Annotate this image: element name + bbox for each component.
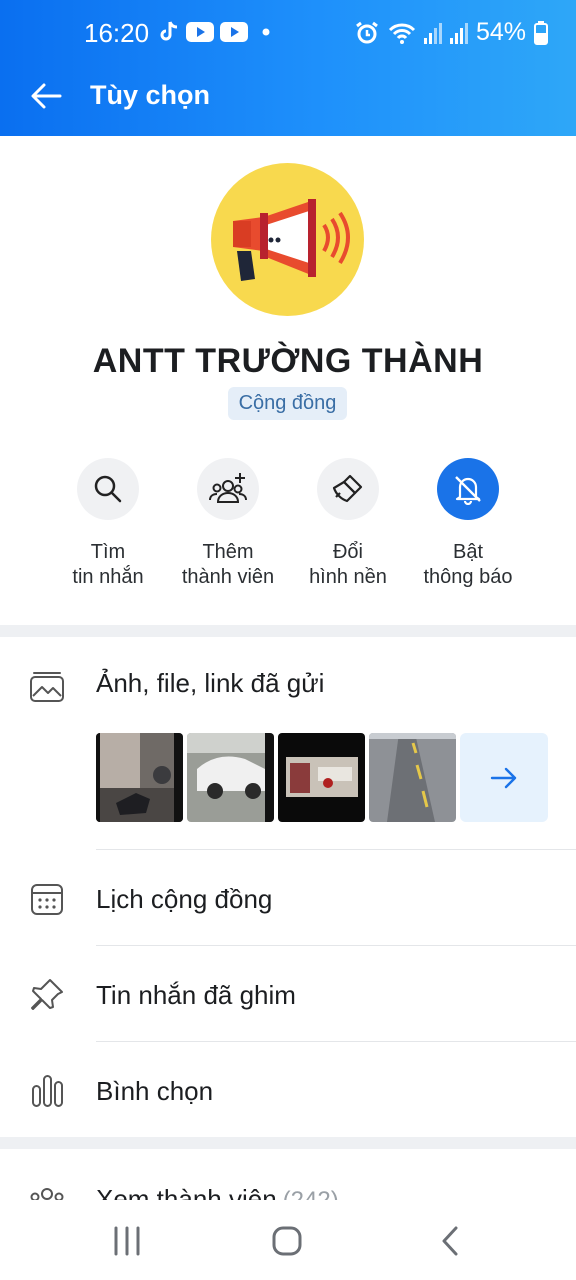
arrow-right-icon	[490, 767, 517, 788]
group-avatar[interactable]	[211, 163, 364, 316]
home-icon	[272, 1226, 302, 1256]
photo-thumbnail-icon	[369, 733, 456, 822]
pin-icon	[31, 979, 63, 1010]
megaphone-icon	[233, 199, 350, 281]
wifi-icon	[388, 23, 416, 44]
add-members-label: Thêm thành viên	[181, 541, 275, 588]
back-icon	[442, 1226, 458, 1256]
media-thumbnail[interactable]	[369, 733, 456, 822]
home-button[interactable]	[267, 1224, 307, 1258]
youtube-icon	[186, 22, 214, 42]
gallery-icon	[30, 672, 64, 702]
search-action-circle	[77, 458, 139, 520]
add-members-button[interactable]: Thêm thành viên	[163, 458, 293, 590]
back-button[interactable]	[24, 74, 68, 118]
top-bar: 16:20 54% Tùy chọn	[0, 0, 576, 136]
status-system-icons: 54%	[354, 18, 548, 47]
media-thumbnails	[96, 733, 548, 822]
enable-notifications-label: Bật thông báo	[423, 541, 513, 588]
add-members-icon	[209, 473, 247, 503]
calendar-icon	[31, 884, 63, 915]
community-calendar-label: Lịch cộng đồng	[96, 884, 273, 914]
signal-icon	[449, 22, 468, 44]
system-back-button[interactable]	[430, 1224, 470, 1258]
media-thumbnail[interactable]	[187, 733, 274, 822]
community-badge: Cộng đồng	[228, 387, 347, 420]
enable-notifications-button[interactable]: Bật thông báo	[403, 458, 533, 590]
search-messages-label: Tìm tin nhắn	[72, 541, 144, 588]
search-messages-button[interactable]: Tìm tin nhắn	[43, 458, 173, 590]
status-time: 16:20	[84, 18, 150, 48]
arrow-left-icon	[31, 83, 62, 109]
media-thumbnail[interactable]	[96, 733, 183, 822]
pinned-messages-row[interactable]: Tin nhắn đã ghim	[0, 946, 576, 1042]
photo-thumbnail-icon	[278, 733, 365, 822]
status-bar: 16:20 54%	[0, 0, 576, 54]
notifications-action-circle	[437, 458, 499, 520]
tiktok-icon	[160, 21, 178, 41]
search-icon	[94, 475, 122, 503]
shared-media-row[interactable]: Ảnh, file, link đã gửi	[0, 638, 576, 734]
community-calendar-row[interactable]: Lịch cộng đồng	[0, 850, 576, 946]
recent-apps-button[interactable]	[107, 1224, 147, 1258]
group-name: ANTT TRƯỜNG THÀNH	[92, 342, 484, 380]
photo-thumbnail-icon	[96, 733, 183, 822]
bell-off-icon	[455, 476, 481, 505]
pinned-messages-label: Tin nhắn đã ghim	[96, 980, 296, 1010]
page-title: Tùy chọn	[90, 80, 210, 110]
dot-icon	[262, 28, 270, 36]
change-wallpaper-label: Đổi hình nền	[309, 541, 387, 588]
polls-row[interactable]: Bình chọn	[0, 1042, 576, 1138]
battery-icon	[534, 20, 548, 45]
wallpaper-action-circle	[317, 458, 379, 520]
change-wallpaper-button[interactable]: Đổi hình nền	[283, 458, 413, 590]
system-nav-bar	[0, 1200, 576, 1280]
shared-media-label: Ảnh, file, link đã gửi	[96, 668, 325, 698]
paint-brush-icon	[332, 474, 363, 503]
media-thumbnail[interactable]	[278, 733, 365, 822]
app-bar: Tùy chọn	[0, 54, 576, 136]
add-members-action-circle	[197, 458, 259, 520]
section-separator	[0, 1137, 576, 1149]
photo-thumbnail-icon	[187, 733, 274, 822]
battery-level: 54%	[475, 18, 526, 46]
recent-apps-icon	[114, 1226, 140, 1256]
signal-icon	[423, 22, 442, 44]
section-separator	[0, 625, 576, 637]
youtube-icon	[220, 22, 248, 42]
view-all-media-button[interactable]	[460, 733, 548, 822]
polls-label: Bình chọn	[96, 1076, 214, 1106]
poll-icon	[32, 1075, 63, 1107]
alarm-icon	[356, 21, 378, 43]
status-notification-icons	[158, 20, 276, 44]
